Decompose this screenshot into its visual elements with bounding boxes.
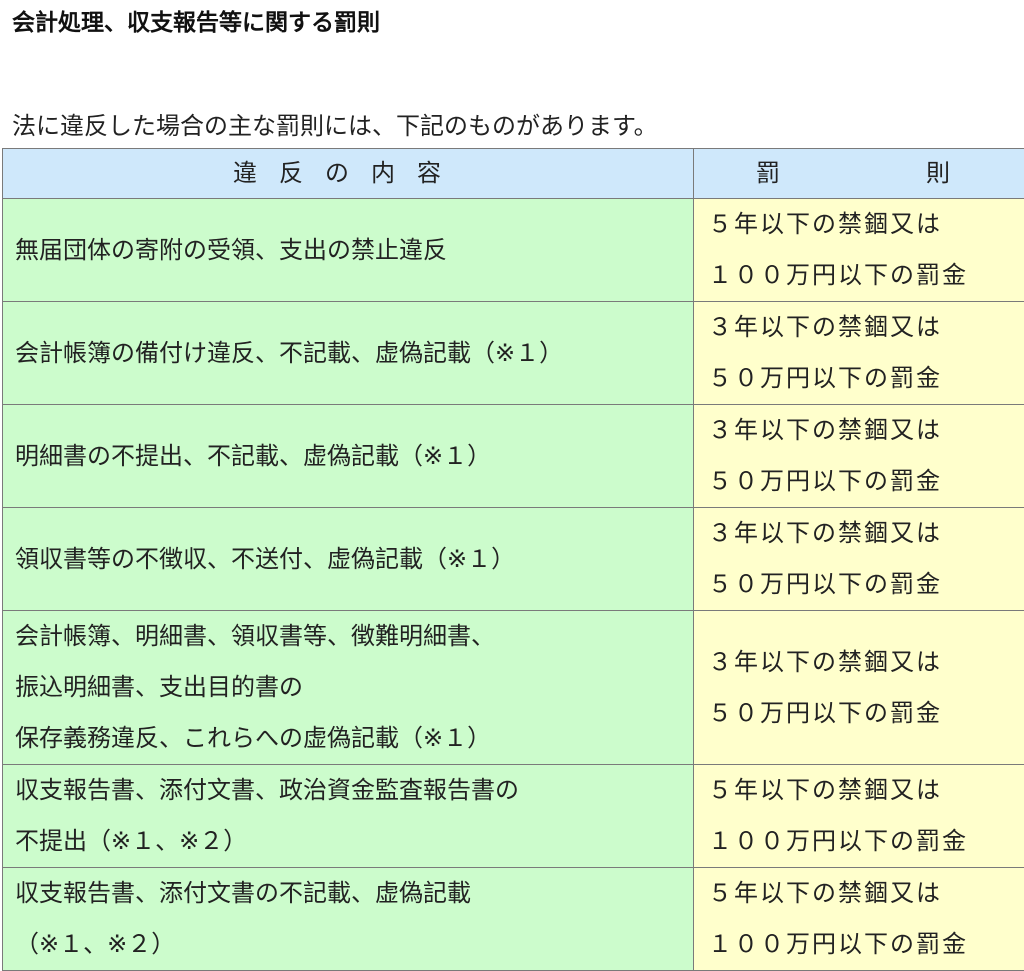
violation-cell: 収支報告書、添付文書、政治資金監査報告書の 不提出（※１、※２） [3, 765, 694, 868]
penalty-table: 違反の内容 罰則 無届団体の寄附の受領、支出の禁止違反 ５年以下の禁錮又は １０… [2, 148, 1024, 971]
table-row: 会計帳簿の備付け違反、不記載、虚偽記載（※１） ３年以下の禁錮又は ５０万円以下… [3, 302, 1024, 405]
penalty-cell: ３年以下の禁錮又は ５０万円以下の罰金 [694, 405, 1024, 508]
table-header-row: 違反の内容 罰則 [3, 149, 1024, 199]
table-row: 無届団体の寄附の受領、支出の禁止違反 ５年以下の禁錮又は １００万円以下の罰金 [3, 199, 1024, 302]
penalty-cell: ５年以下の禁錮又は １００万円以下の罰金 [694, 765, 1024, 868]
header-penalty: 罰則 [694, 149, 1024, 199]
violation-cell: 収支報告書、添付文書の不記載、虚偽記載 （※１、※２） [3, 868, 694, 971]
violation-cell: 会計帳簿の備付け違反、不記載、虚偽記載（※１） [3, 302, 694, 405]
violation-cell: 会計帳簿、明細書、領収書等、徴難明細書、 振込明細書、支出目的書の 保存義務違反… [3, 611, 694, 765]
header-violation: 違反の内容 [3, 149, 694, 199]
page-title: 会計処理、収支報告等に関する罰則 [12, 6, 380, 40]
penalty-cell: ５年以下の禁錮又は １００万円以下の罰金 [694, 868, 1024, 971]
penalty-cell: ３年以下の禁錮又は ５０万円以下の罰金 [694, 611, 1024, 765]
header-penalty-part-1: 罰 [756, 149, 780, 198]
intro-text: 法に違反した場合の主な罰則には、下記のものがあります。 [12, 106, 658, 146]
header-penalty-part-2: 則 [926, 149, 950, 198]
table-row: 収支報告書、添付文書の不記載、虚偽記載 （※１、※２） ５年以下の禁錮又は １０… [3, 868, 1024, 971]
table-row: 領収書等の不徴収、不送付、虚偽記載（※１） ３年以下の禁錮又は ５０万円以下の罰… [3, 508, 1024, 611]
violation-cell: 領収書等の不徴収、不送付、虚偽記載（※１） [3, 508, 694, 611]
table-row: 会計帳簿、明細書、領収書等、徴難明細書、 振込明細書、支出目的書の 保存義務違反… [3, 611, 1024, 765]
table-row: 明細書の不提出、不記載、虚偽記載（※１） ３年以下の禁錮又は ５０万円以下の罰金 [3, 405, 1024, 508]
violation-cell: 明細書の不提出、不記載、虚偽記載（※１） [3, 405, 694, 508]
penalty-cell: ５年以下の禁錮又は １００万円以下の罰金 [694, 199, 1024, 302]
penalty-cell: ３年以下の禁錮又は ５０万円以下の罰金 [694, 302, 1024, 405]
table-row: 収支報告書、添付文書、政治資金監査報告書の 不提出（※１、※２） ５年以下の禁錮… [3, 765, 1024, 868]
violation-cell: 無届団体の寄附の受領、支出の禁止違反 [3, 199, 694, 302]
penalty-cell: ３年以下の禁錮又は ５０万円以下の罰金 [694, 508, 1024, 611]
